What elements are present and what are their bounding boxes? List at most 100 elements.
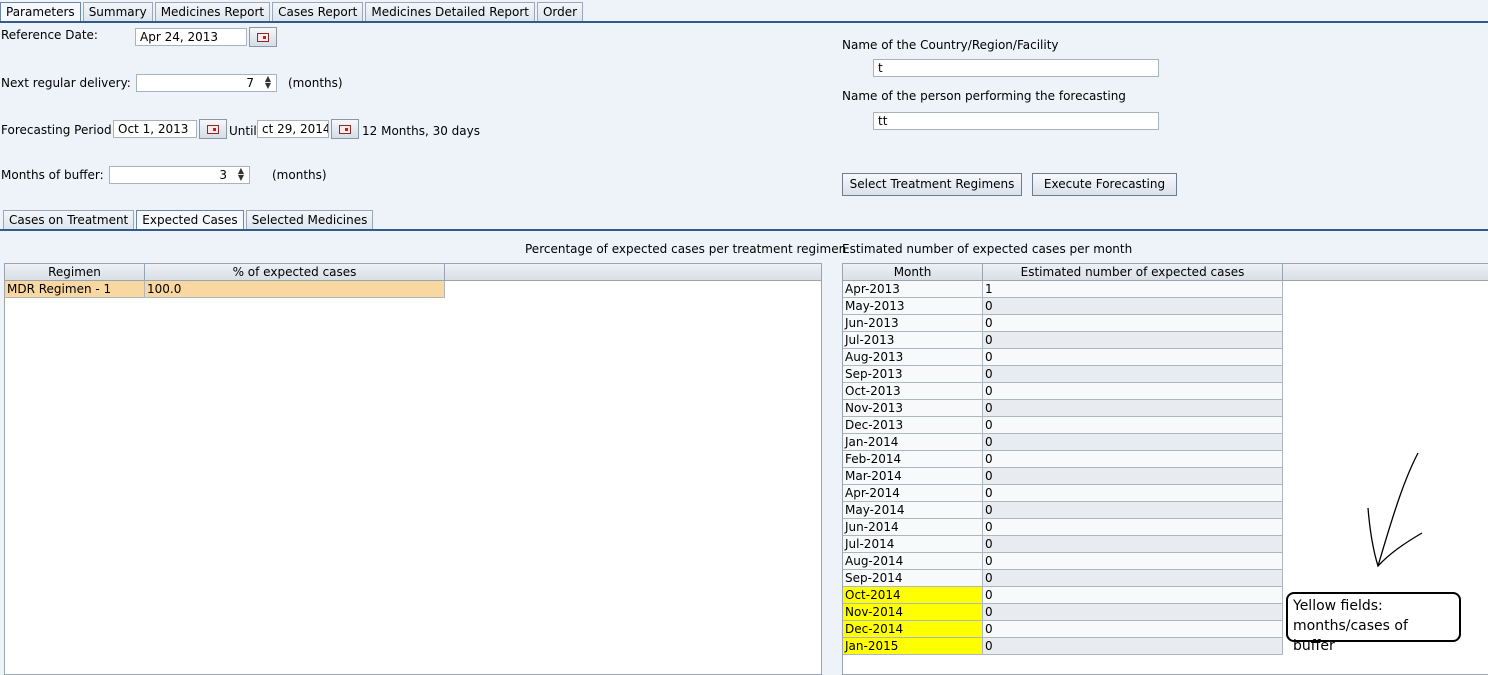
expected-cases-cell[interactable]: 0: [983, 451, 1283, 468]
tab-medicines-detailed-report[interactable]: Medicines Detailed Report: [365, 2, 535, 22]
tab-order[interactable]: Order: [536, 2, 584, 22]
month-cell[interactable]: Nov-2014: [843, 604, 983, 621]
main-tab-bar: Parameters Summary Medicines Report Case…: [0, 2, 585, 22]
expected-cases-cell[interactable]: 0: [983, 553, 1283, 570]
month-cell[interactable]: Apr-2014: [843, 485, 983, 502]
month-cell[interactable]: Apr-2013: [843, 281, 983, 298]
month-cell[interactable]: Sep-2014: [843, 570, 983, 587]
expected-cases-cell[interactable]: 0: [983, 417, 1283, 434]
regimen-cell[interactable]: MDR Regimen - 1: [5, 281, 145, 298]
tab-cases-report[interactable]: Cases Report: [272, 2, 364, 22]
period-end-input[interactable]: ct 29, 2014: [257, 120, 329, 138]
calendar-icon: [257, 32, 269, 42]
expected-cases-cell[interactable]: 0: [983, 604, 1283, 621]
expected-cases-cell[interactable]: 0: [983, 638, 1283, 655]
tab-selected-medicines[interactable]: Selected Medicines: [245, 210, 374, 230]
column-header-expected-cases[interactable]: Estimated number of expected cases: [983, 264, 1283, 280]
table-row[interactable]: Sep-2013 0: [843, 366, 1488, 383]
column-header-regimen[interactable]: Regimen: [5, 264, 145, 280]
right-panel-title: Estimated number of expected cases per m…: [842, 242, 1133, 256]
month-cell[interactable]: Dec-2013: [843, 417, 983, 434]
reference-date-calendar-button[interactable]: [249, 27, 277, 47]
table-row[interactable]: Dec-2013 0: [843, 417, 1488, 434]
expected-cases-cell[interactable]: 0: [983, 332, 1283, 349]
month-cell[interactable]: Aug-2013: [843, 349, 983, 366]
table-row[interactable]: Nov-2013 0: [843, 400, 1488, 417]
table-row[interactable]: Apr-2013 1: [843, 281, 1488, 298]
regimen-table-header: Regimen % of expected cases: [5, 264, 821, 281]
annotation-line-2: months/cases of buffer: [1293, 618, 1408, 654]
expected-cases-table-header: Month Estimated number of expected cases: [843, 264, 1488, 281]
person-input[interactable]: tt: [873, 112, 1159, 130]
next-delivery-label: Next regular delivery:: [1, 76, 131, 90]
month-cell[interactable]: Feb-2014: [843, 451, 983, 468]
table-row[interactable]: MDR Regimen - 1 100.0: [5, 281, 821, 298]
month-cell[interactable]: May-2014: [843, 502, 983, 519]
next-delivery-spinner[interactable]: 7 ▲ ▼: [136, 74, 277, 92]
expected-cases-cell[interactable]: 0: [983, 502, 1283, 519]
select-treatment-regimens-button[interactable]: Select Treatment Regimens: [842, 173, 1022, 196]
spinner-arrows-icon[interactable]: ▲ ▼: [235, 167, 247, 183]
period-summary: 12 Months, 30 days: [362, 124, 480, 138]
month-cell[interactable]: Jan-2014: [843, 434, 983, 451]
tab-expected-cases[interactable]: Expected Cases: [136, 210, 244, 230]
table-row[interactable]: May-2013 0: [843, 298, 1488, 315]
month-cell[interactable]: Jun-2013: [843, 315, 983, 332]
left-panel-title: Percentage of expected cases per treatme…: [525, 242, 847, 256]
country-input[interactable]: t: [873, 59, 1159, 77]
column-header-percent[interactable]: % of expected cases: [145, 264, 445, 280]
calendar-icon: [339, 124, 351, 134]
expected-cases-cell[interactable]: 0: [983, 570, 1283, 587]
column-header-month[interactable]: Month: [843, 264, 983, 280]
month-cell[interactable]: Aug-2014: [843, 553, 983, 570]
reference-date-input[interactable]: Apr 24, 2013: [135, 28, 247, 46]
month-cell[interactable]: Jun-2014: [843, 519, 983, 536]
month-cell[interactable]: Jul-2014: [843, 536, 983, 553]
tab-medicines-report[interactable]: Medicines Report: [154, 2, 271, 22]
expected-cases-cell[interactable]: 0: [983, 349, 1283, 366]
table-row[interactable]: Oct-2013 0: [843, 383, 1488, 400]
month-cell[interactable]: Mar-2014: [843, 468, 983, 485]
next-delivery-unit: (months): [288, 76, 343, 90]
month-cell[interactable]: Oct-2013: [843, 383, 983, 400]
month-cell[interactable]: Oct-2014: [843, 587, 983, 604]
spinner-arrows-icon[interactable]: ▲ ▼: [262, 75, 274, 91]
expected-cases-cell[interactable]: 0: [983, 536, 1283, 553]
table-row[interactable]: Jun-2013 0: [843, 315, 1488, 332]
period-start-calendar-button[interactable]: [199, 119, 227, 139]
expected-cases-cell[interactable]: 0: [983, 315, 1283, 332]
table-row[interactable]: Aug-2013 0: [843, 349, 1488, 366]
buffer-spinner[interactable]: 3 ▲ ▼: [109, 166, 250, 184]
month-cell[interactable]: Nov-2013: [843, 400, 983, 417]
tab-bar-divider: [0, 21, 1488, 23]
expected-cases-cell[interactable]: 0: [983, 434, 1283, 451]
expected-cases-cell[interactable]: 0: [983, 400, 1283, 417]
annotation-line-1: Yellow fields:: [1293, 598, 1383, 614]
table-row[interactable]: Jul-2013 0: [843, 332, 1488, 349]
month-cell[interactable]: Jan-2015: [843, 638, 983, 655]
regimen-table: Regimen % of expected cases MDR Regimen …: [4, 263, 822, 675]
expected-cases-cell[interactable]: 0: [983, 383, 1283, 400]
percent-cell[interactable]: 100.0: [145, 281, 445, 298]
person-label: Name of the person performing the foreca…: [842, 89, 1126, 103]
expected-cases-cell[interactable]: 0: [983, 468, 1283, 485]
expected-cases-cell[interactable]: 0: [983, 485, 1283, 502]
buffer-annotation: Yellow fields: months/cases of buffer: [1286, 592, 1461, 654]
month-cell[interactable]: May-2013: [843, 298, 983, 315]
expected-cases-cell[interactable]: 0: [983, 298, 1283, 315]
expected-cases-cell[interactable]: 0: [983, 587, 1283, 604]
month-cell[interactable]: Dec-2014: [843, 621, 983, 638]
period-start-input[interactable]: Oct 1, 2013: [113, 120, 197, 138]
month-cell[interactable]: Jul-2013: [843, 332, 983, 349]
tab-parameters[interactable]: Parameters: [0, 2, 81, 22]
month-cell[interactable]: Sep-2013: [843, 366, 983, 383]
expected-cases-cell[interactable]: 0: [983, 519, 1283, 536]
expected-cases-cell[interactable]: 0: [983, 621, 1283, 638]
expected-cases-cell[interactable]: 0: [983, 366, 1283, 383]
expected-cases-cell[interactable]: 1: [983, 281, 1283, 298]
tab-cases-on-treatment[interactable]: Cases on Treatment: [3, 210, 135, 230]
tab-summary[interactable]: Summary: [82, 2, 153, 22]
period-end-calendar-button[interactable]: [331, 119, 359, 139]
execute-forecasting-button[interactable]: Execute Forecasting: [1032, 173, 1177, 196]
next-delivery-value: 7: [246, 76, 254, 90]
